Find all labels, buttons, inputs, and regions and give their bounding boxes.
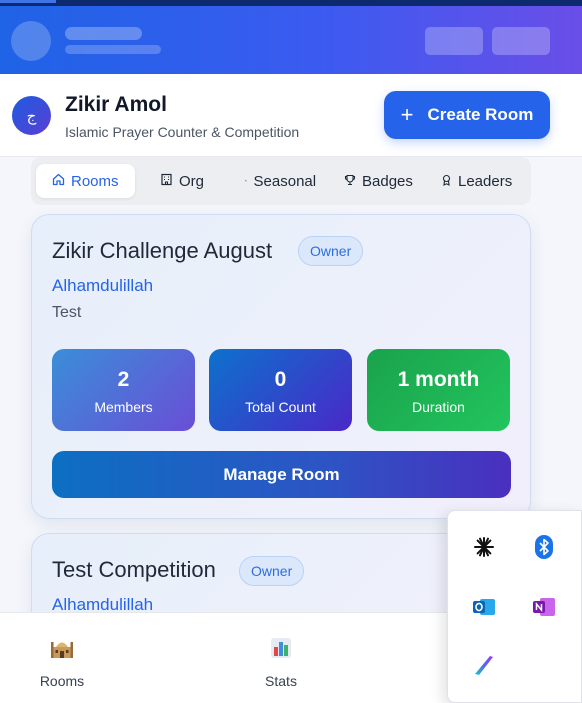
tab-label: Leaders (458, 172, 513, 190)
nav-label: Rooms (39, 673, 85, 689)
plus-icon: + (400, 102, 414, 127)
system-tray-overflow (447, 510, 582, 703)
building-icon (160, 173, 173, 189)
tab-rooms[interactable]: Rooms (36, 164, 135, 198)
nav-label: Stats (265, 673, 297, 689)
nav-stats[interactable]: Stats (221, 613, 341, 703)
manage-room-button[interactable]: Manage Room (52, 451, 511, 498)
stat-value: 2 (117, 368, 130, 391)
tab-label: Org (179, 172, 205, 190)
tab-leaders[interactable]: Leaders (441, 164, 512, 198)
trophy-icon (344, 174, 356, 189)
app-title: Zikir Amol (65, 93, 167, 116)
app-logo: ج (12, 96, 51, 135)
skeleton-button (492, 27, 550, 55)
app-header: ج Zikir Amol Islamic Prayer Counter & Co… (0, 74, 582, 157)
duration-stat: 1 month Duration (367, 349, 510, 431)
stat-label: Members (94, 399, 153, 415)
stat-value: 1 month (397, 368, 480, 391)
onenote-icon[interactable] (532, 595, 556, 619)
top-edge-tab (0, 0, 56, 3)
stat-label: Duration (412, 399, 465, 415)
skeleton-button (425, 27, 483, 55)
create-room-label: Create Room (427, 105, 534, 124)
top-banner-skeleton (0, 0, 582, 74)
room-card[interactable]: Zikir Challenge August Owner Alhamdulill… (31, 214, 531, 519)
stylus-app-icon[interactable] (472, 653, 496, 677)
skeleton-text-line (65, 27, 142, 40)
tab-seasonal[interactable]: • Seasonal (244, 164, 316, 198)
tab-label: Seasonal (253, 172, 317, 190)
award-icon (441, 174, 452, 189)
room-dhikr: Alhamdulillah (52, 276, 154, 295)
tab-label: Rooms (71, 172, 119, 190)
tab-label: Badges (362, 172, 413, 190)
home-icon (52, 173, 65, 189)
bluetooth-icon[interactable] (532, 535, 556, 559)
room-description: Test (52, 304, 82, 321)
members-stat: 2 Members (52, 349, 195, 431)
tab-org[interactable]: Org (160, 164, 204, 198)
asterisk-app-icon[interactable] (472, 535, 496, 559)
top-edge-line (0, 0, 582, 6)
role-badge: Owner (298, 236, 364, 266)
mosque-icon (2, 637, 122, 665)
outlook-icon[interactable] (472, 595, 496, 619)
skeleton-text-line (65, 45, 161, 54)
bar-chart-icon (221, 637, 341, 665)
total-count-stat: 0 Total Count (209, 349, 352, 431)
dot-icon: • (244, 177, 248, 185)
tab-badges[interactable]: Badges (344, 164, 413, 198)
room-title: Zikir Challenge August (52, 238, 273, 263)
app-subtitle: Islamic Prayer Counter & Competition (65, 124, 300, 140)
stat-label: Total Count (245, 399, 316, 415)
nav-rooms[interactable]: Rooms (2, 613, 122, 703)
tab-bar: Rooms Org • Seasonal Badges Leaders (31, 157, 531, 205)
create-room-button[interactable]: + Create Room (384, 91, 550, 139)
role-badge: Owner (239, 556, 305, 586)
stat-value: 0 (274, 368, 287, 391)
skeleton-avatar (11, 21, 51, 61)
room-title: Test Competition (52, 557, 216, 582)
